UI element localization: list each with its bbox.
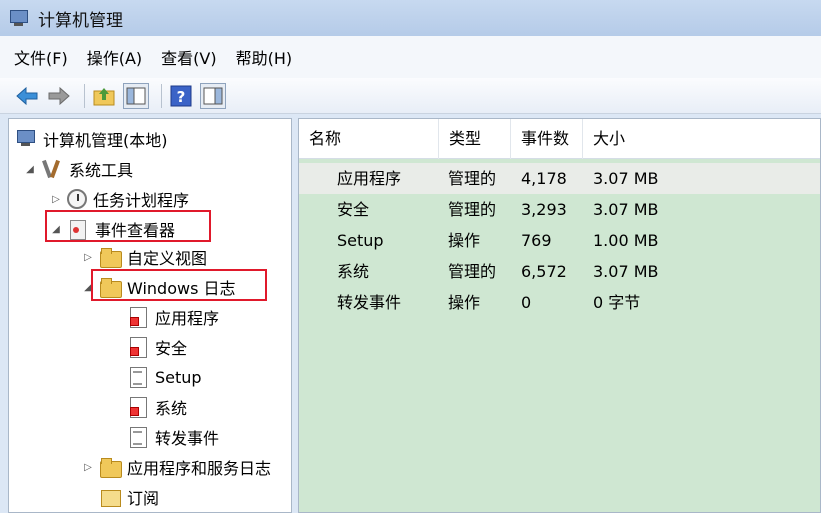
column-header-event-count[interactable]: 事件数 bbox=[511, 119, 583, 159]
forward-arrow-icon bbox=[48, 86, 70, 105]
tools-icon bbox=[41, 158, 63, 180]
tree-item-label: 应用程序和服务日志 bbox=[127, 459, 272, 478]
event-log-icon bbox=[127, 336, 149, 358]
tree-item-label: 转发事件 bbox=[155, 429, 220, 448]
windows-logs-highlight-box bbox=[91, 269, 267, 301]
cell-size: 3.07 MB bbox=[593, 200, 659, 219]
log-file-icon bbox=[127, 426, 149, 448]
collapsed-arrow-icon[interactable]: ▷ bbox=[81, 462, 95, 473]
cell-type: 管理的 bbox=[448, 200, 497, 219]
subscription-icon bbox=[99, 486, 121, 508]
menu-action[interactable]: 操作(A) bbox=[87, 45, 142, 69]
tree-item-label: 任务计划程序 bbox=[93, 191, 190, 210]
cell-event-count: 3,293 bbox=[521, 200, 567, 219]
toolbar: ? bbox=[0, 78, 821, 114]
cell-event-count: 6,572 bbox=[521, 262, 567, 281]
back-arrow-icon bbox=[16, 86, 38, 105]
tree-item-label: Setup bbox=[155, 367, 202, 387]
cell-type: 管理的 bbox=[448, 169, 497, 188]
tree-item-log-forwarded[interactable]: 转发事件 bbox=[127, 423, 219, 451]
title-bar: 计算机管理 bbox=[0, 0, 821, 36]
tree-item-log-setup[interactable]: Setup bbox=[127, 363, 202, 391]
computer-management-icon bbox=[8, 8, 30, 28]
window-title: 计算机管理 bbox=[38, 10, 123, 31]
cell-event-count: 4,178 bbox=[521, 169, 567, 188]
cell-size: 3.07 MB bbox=[593, 262, 659, 281]
folder-icon bbox=[99, 456, 122, 478]
table-row[interactable]: 应用程序 管理的 4,178 3.07 MB bbox=[299, 163, 820, 194]
tree-item-label: 自定义视图 bbox=[127, 249, 208, 268]
event-log-icon bbox=[127, 306, 149, 328]
menu-view[interactable]: 查看(V) bbox=[161, 45, 216, 69]
tree-item-app-services-logs[interactable]: ▷ 应用程序和服务日志 bbox=[81, 453, 271, 481]
tree-item-label: 计算机管理(本地) bbox=[43, 131, 168, 150]
show-hide-tree-icon bbox=[126, 87, 146, 104]
event-viewer-highlight-box bbox=[45, 210, 211, 242]
table-row[interactable]: Setup 操作 769 1.00 MB bbox=[299, 225, 820, 256]
tree-item-label: 订阅 bbox=[127, 489, 160, 508]
cell-event-count: 769 bbox=[521, 231, 552, 250]
table-row[interactable]: 转发事件 操作 0 0 字节 bbox=[299, 287, 820, 318]
cell-type: 操作 bbox=[448, 293, 481, 312]
log-list: 名称 类型 事件数 大小 应用程序 管理的 4,178 3.07 MB 安全 管… bbox=[298, 118, 821, 513]
tree-item-log-system[interactable]: 系统 bbox=[127, 393, 187, 421]
computer-icon bbox=[15, 128, 37, 150]
menu-file[interactable]: 文件(F) bbox=[14, 45, 68, 69]
toolbar-separator bbox=[84, 83, 85, 108]
event-log-icon bbox=[127, 396, 149, 418]
action-pane-button[interactable] bbox=[200, 82, 226, 109]
expanded-arrow-icon[interactable]: ◢ bbox=[23, 164, 37, 175]
help-icon: ? bbox=[170, 85, 192, 106]
show-hide-tree-button[interactable] bbox=[123, 82, 149, 109]
cell-size: 0 字节 bbox=[593, 293, 641, 312]
cell-type: 操作 bbox=[448, 231, 481, 250]
back-button[interactable] bbox=[14, 83, 40, 109]
action-pane-icon bbox=[203, 87, 223, 104]
collapsed-arrow-icon[interactable]: ▷ bbox=[49, 194, 63, 205]
table-row[interactable]: 系统 管理的 6,572 3.07 MB bbox=[299, 256, 820, 287]
forward-button[interactable] bbox=[46, 83, 72, 109]
tree-item-subscriptions[interactable]: 订阅 bbox=[99, 483, 159, 511]
clock-icon bbox=[67, 189, 87, 209]
svg-text:?: ? bbox=[177, 88, 186, 106]
cell-name: 安全 bbox=[337, 200, 370, 219]
tree-item-root[interactable]: 计算机管理(本地) bbox=[15, 125, 168, 153]
collapsed-arrow-icon[interactable]: ▷ bbox=[81, 252, 95, 263]
tree-item-label: 应用程序 bbox=[155, 309, 220, 328]
folder-icon bbox=[99, 246, 122, 268]
help-button[interactable]: ? bbox=[168, 83, 194, 109]
tree-item-task-scheduler[interactable]: ▷ 任务计划程序 bbox=[49, 185, 189, 213]
toolbar-separator bbox=[161, 83, 162, 108]
column-header-type[interactable]: 类型 bbox=[439, 119, 511, 159]
menu-help[interactable]: 帮助(H) bbox=[236, 45, 293, 69]
up-folder-icon bbox=[93, 87, 115, 105]
cell-size: 1.00 MB bbox=[593, 231, 659, 250]
tree-item-custom-views[interactable]: ▷ 自定义视图 bbox=[81, 243, 207, 271]
cell-size: 3.07 MB bbox=[593, 169, 659, 188]
tree-item-label: 系统 bbox=[155, 399, 188, 418]
tree-item-log-security[interactable]: 安全 bbox=[127, 333, 187, 361]
cell-type: 管理的 bbox=[448, 262, 497, 281]
tree-item-label: 安全 bbox=[155, 339, 188, 358]
tree-item-label: 系统工具 bbox=[69, 161, 134, 180]
tree-item-system-tools[interactable]: ◢ 系统工具 bbox=[23, 155, 133, 183]
cell-name: 转发事件 bbox=[337, 293, 402, 312]
list-header: 名称 类型 事件数 大小 bbox=[299, 119, 820, 159]
column-header-size[interactable]: 大小 bbox=[583, 119, 820, 159]
menu-bar: 文件(F) 操作(A) 查看(V) 帮助(H) bbox=[0, 36, 821, 78]
console-tree: 计算机管理(本地) ◢ 系统工具 ▷ 任务计划程序 ◢ 事件查看器 ▷ 自定义视… bbox=[8, 118, 292, 513]
cell-name: Setup bbox=[337, 231, 384, 250]
column-header-name[interactable]: 名称 bbox=[299, 119, 439, 159]
tree-item-log-application[interactable]: 应用程序 bbox=[127, 303, 219, 331]
table-row[interactable]: 安全 管理的 3,293 3.07 MB bbox=[299, 194, 820, 225]
cell-event-count: 0 bbox=[521, 293, 532, 312]
cell-name: 系统 bbox=[337, 262, 370, 281]
cell-name: 应用程序 bbox=[337, 169, 402, 188]
up-folder-button[interactable] bbox=[91, 83, 117, 109]
log-file-icon bbox=[127, 366, 149, 388]
